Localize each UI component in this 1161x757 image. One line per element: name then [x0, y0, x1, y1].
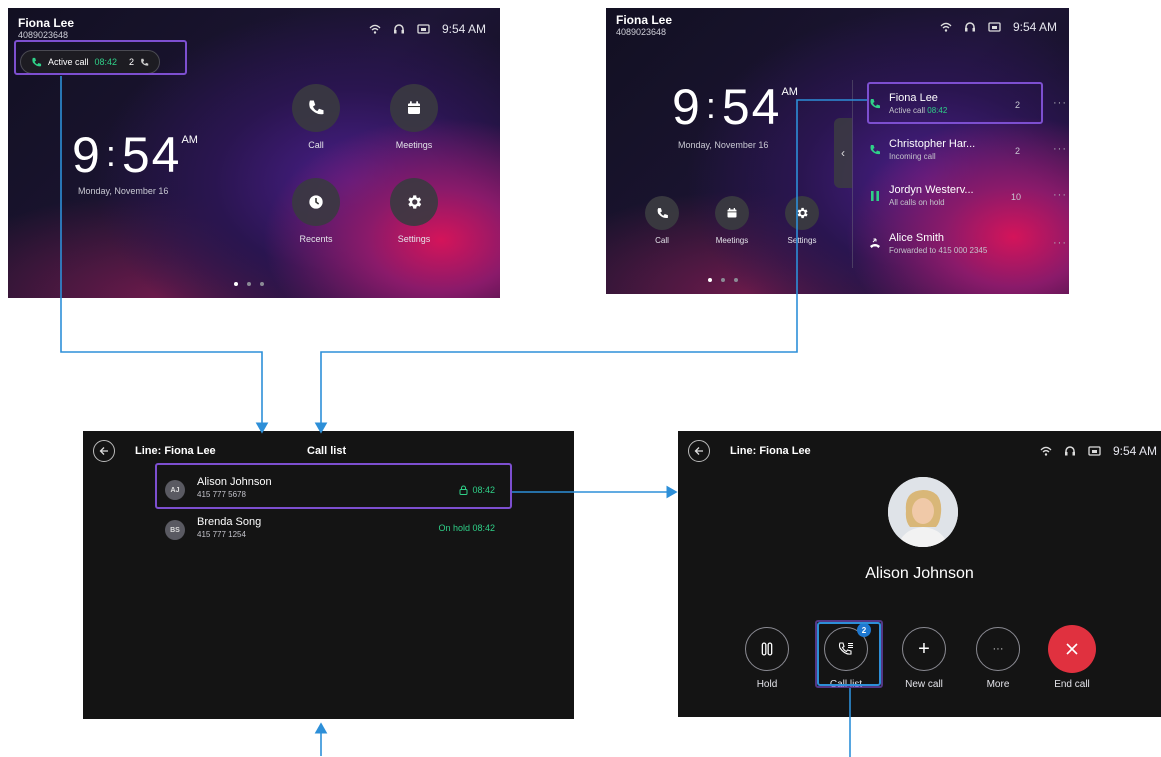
arrow-fiona-line-to-call-list — [314, 99, 867, 434]
flow-arrows — [60, 76, 867, 757]
arrow-active-call-to-call-list — [60, 76, 269, 434]
